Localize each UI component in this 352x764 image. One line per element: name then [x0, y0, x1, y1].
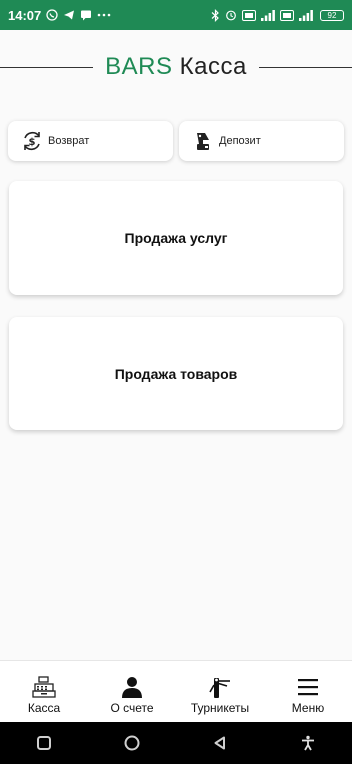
return-label: Возврат	[48, 135, 90, 147]
battery-level: 92	[327, 10, 337, 20]
deposit-button[interactable]: Депозит	[179, 121, 344, 161]
person-icon	[120, 674, 144, 700]
refund-dollar-icon: $	[20, 129, 44, 153]
recent-apps-button[interactable]	[29, 728, 59, 758]
deposit-machine-icon	[191, 129, 215, 153]
app-header: BARS Касса	[0, 52, 352, 82]
sell-goods-label: Продажа товаров	[114, 365, 238, 382]
signal-icon	[299, 9, 313, 21]
system-navigation-bar	[0, 722, 352, 764]
sell-goods-card[interactable]: Продажа товаров	[9, 317, 343, 430]
nav-label-turnstiles: Турникеты	[190, 701, 250, 715]
nav-label-account: О счете	[110, 701, 154, 715]
sell-services-card[interactable]: Продажа услуг	[9, 181, 343, 295]
accessibility-button[interactable]	[293, 728, 323, 758]
nav-label-menu: Меню	[291, 701, 325, 715]
turnstile-icon	[208, 674, 232, 700]
home-button[interactable]	[117, 728, 147, 758]
volte-icon	[280, 9, 294, 21]
nav-item-account[interactable]: О счете	[88, 661, 176, 723]
alarm-icon	[225, 9, 237, 21]
status-bar: 14:07 92	[0, 0, 352, 30]
nav-item-turnstiles[interactable]: Турникеты	[176, 661, 264, 723]
app-logo: BARS Касса	[93, 53, 259, 81]
sell-services-label: Продажа услуг	[124, 230, 228, 246]
return-button[interactable]: $ Возврат	[8, 121, 173, 161]
signal-icon	[261, 9, 275, 21]
nav-item-cashier[interactable]: Касса	[0, 661, 88, 723]
bottom-navigation: Касса О счете Турникеты Меню	[0, 660, 352, 723]
header-divider-right	[258, 66, 352, 68]
telegram-icon	[63, 9, 75, 21]
battery-icon: 92	[320, 9, 344, 21]
nav-item-menu[interactable]: Меню	[264, 661, 352, 723]
header-divider-left	[0, 66, 94, 68]
status-bar-right: 92	[211, 8, 344, 22]
nav-label-cashier: Касса	[27, 701, 61, 715]
bluetooth-icon	[211, 8, 220, 22]
svg-text:$: $	[29, 137, 36, 148]
logo-product: Касса	[179, 53, 247, 80]
deposit-label: Депозит	[219, 135, 261, 147]
volte-icon	[242, 9, 256, 21]
status-bar-left: 14:07	[8, 8, 111, 23]
logo-brand: BARS	[105, 53, 173, 80]
more-dots-icon	[97, 9, 111, 21]
back-button[interactable]	[205, 728, 235, 758]
hamburger-menu-icon	[297, 674, 319, 700]
message-icon	[80, 9, 92, 21]
whatsapp-icon	[46, 9, 58, 21]
cash-register-icon	[32, 674, 56, 700]
status-time: 14:07	[8, 7, 42, 23]
